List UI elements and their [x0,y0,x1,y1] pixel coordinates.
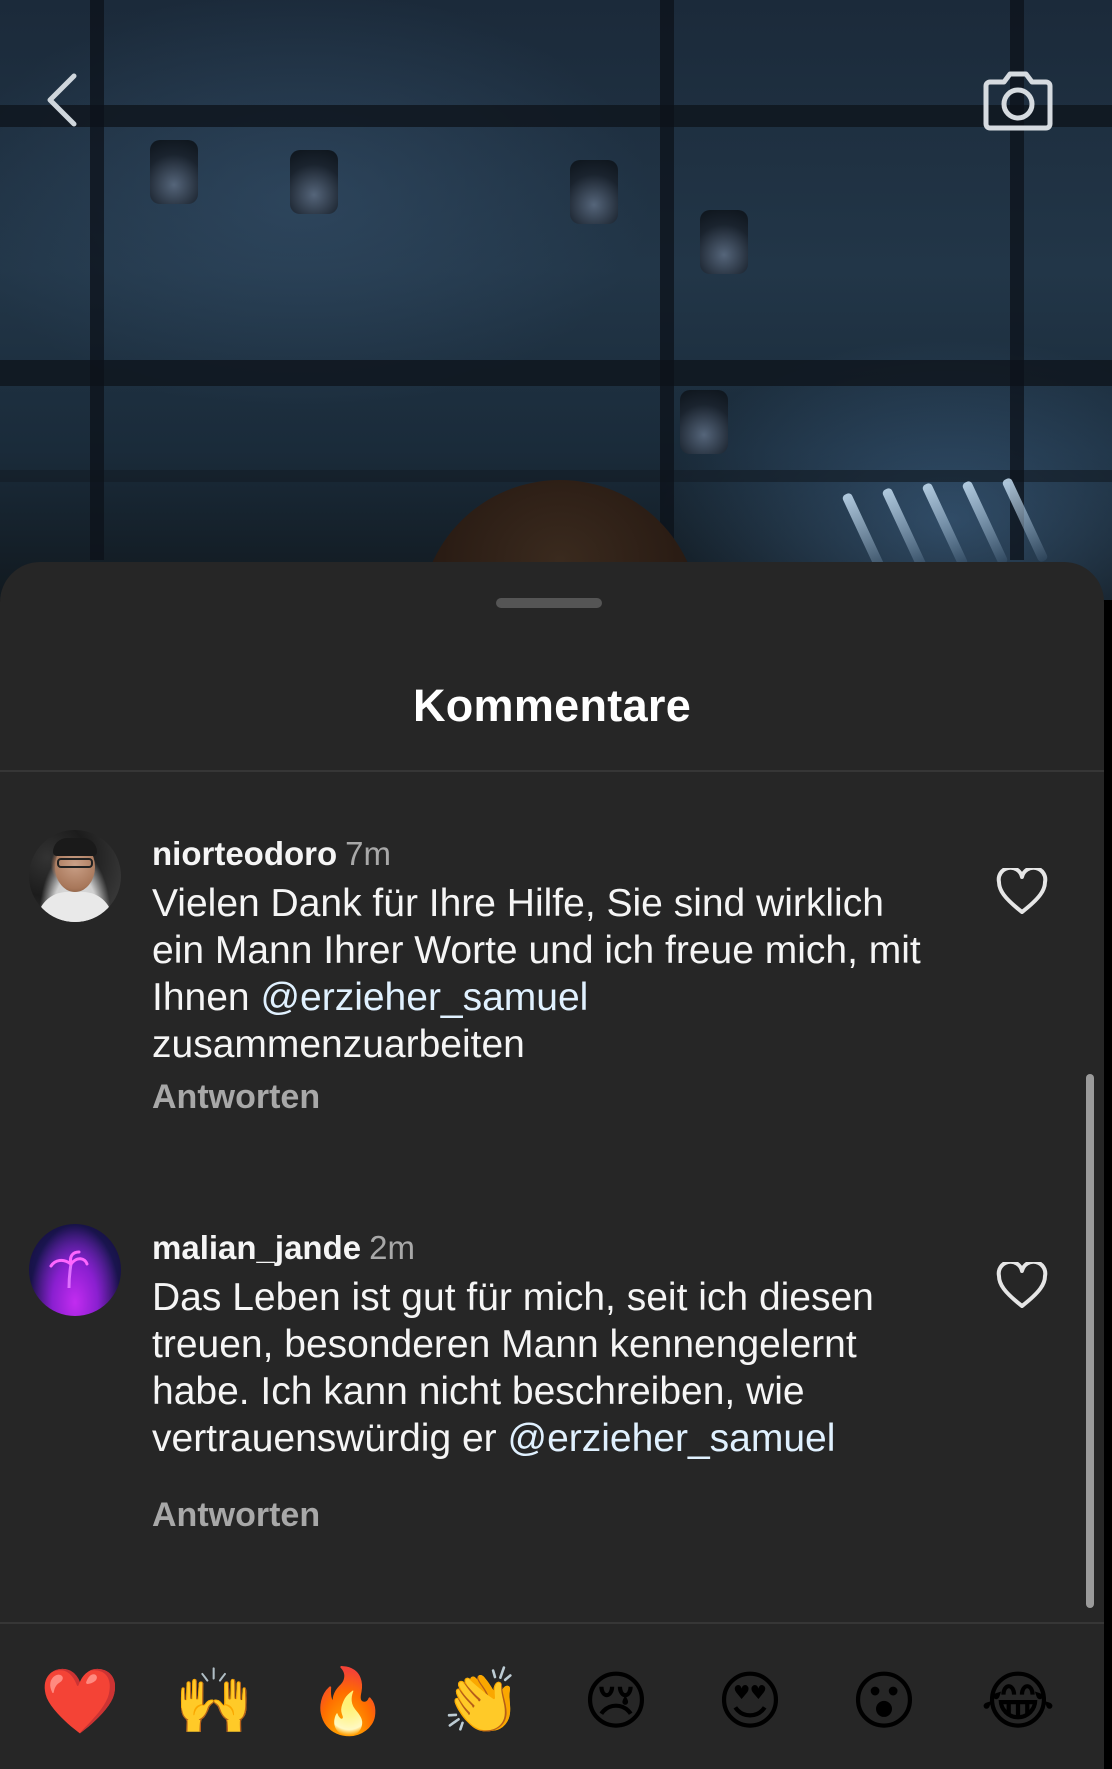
avatar-shirt [37,892,113,922]
tears-of-joy-emoji-button[interactable]: 😂 [978,1662,1058,1742]
light-beam [961,480,1009,566]
comment-text: Das Leben ist gut für mich, seit ich die… [152,1274,922,1462]
palm-tree-icon [49,1250,89,1289]
reply-button[interactable]: Antworten [152,1078,320,1117]
heart-eyes-emoji-button[interactable]: 😍 [710,1662,790,1742]
avatar[interactable] [29,830,121,922]
comment-mention[interactable]: @erzieher_samuel [508,1417,836,1460]
comment-mention[interactable]: @erzieher_samuel [260,976,588,1019]
stage-light [150,140,198,204]
heart-outline-icon[interactable] [996,865,1048,916]
reply-button[interactable]: Antworten [152,1496,320,1535]
scrollbar[interactable] [1086,1074,1094,1608]
comment-text-tail: zusammenzuarbeiten [152,1023,525,1066]
stage-light [700,210,748,274]
comment-time: 7m [345,835,391,872]
story-background-image [0,0,1112,680]
avatar[interactable] [29,1224,121,1316]
comment-text: Vielen Dank für Ihre Hilfe, Sie sind wir… [152,880,922,1068]
surprised-face-emoji-button[interactable]: 😮 [844,1662,924,1742]
avatar-hair [53,838,97,856]
red-heart-emoji-button[interactable]: ❤️ [40,1662,120,1742]
stage-light [570,160,618,224]
stage-light [680,390,728,454]
comments-sheet: Kommentare niorteodoro 7m Vielen Dank für… [0,562,1104,1769]
light-beam [1001,477,1049,563]
fire-emoji-button[interactable]: 🔥 [308,1662,388,1742]
drag-handle[interactable] [496,598,602,608]
sheet-title: Kommentare [412,680,692,731]
comment-meta: malian_jande 2m [152,1228,415,1268]
stage-truss [0,105,1112,127]
chevron-left-icon[interactable] [40,70,84,130]
clapping-hands-emoji-button[interactable]: 👏 [442,1662,522,1742]
comment-username[interactable]: niorteodoro [152,835,337,872]
heart-outline-icon[interactable] [996,1259,1048,1310]
light-beam [881,487,929,573]
raising-hands-emoji-button[interactable]: 🙌 [174,1662,254,1742]
light-beam [921,482,969,568]
divider [0,1622,1104,1624]
divider [0,770,1104,772]
avatar-glasses [57,858,93,868]
camera-icon[interactable] [980,60,1056,136]
comment-meta: niorteodoro 7m [152,834,391,874]
stage-truss [0,360,1112,386]
emoji-reaction-bar: ❤️ 🙌 🔥 👏 😢 😍 😮 😂 [0,1662,1104,1762]
stage-truss-vertical [90,0,104,560]
comment-username[interactable]: malian_jande [152,1229,361,1266]
stage-light [290,150,338,214]
screen: Kommentare niorteodoro 7m Vielen Dank für… [0,0,1112,1769]
crying-face-emoji-button[interactable]: 😢 [576,1662,656,1742]
stage-truss-vertical [660,0,674,560]
comment-time: 2m [369,1229,415,1266]
